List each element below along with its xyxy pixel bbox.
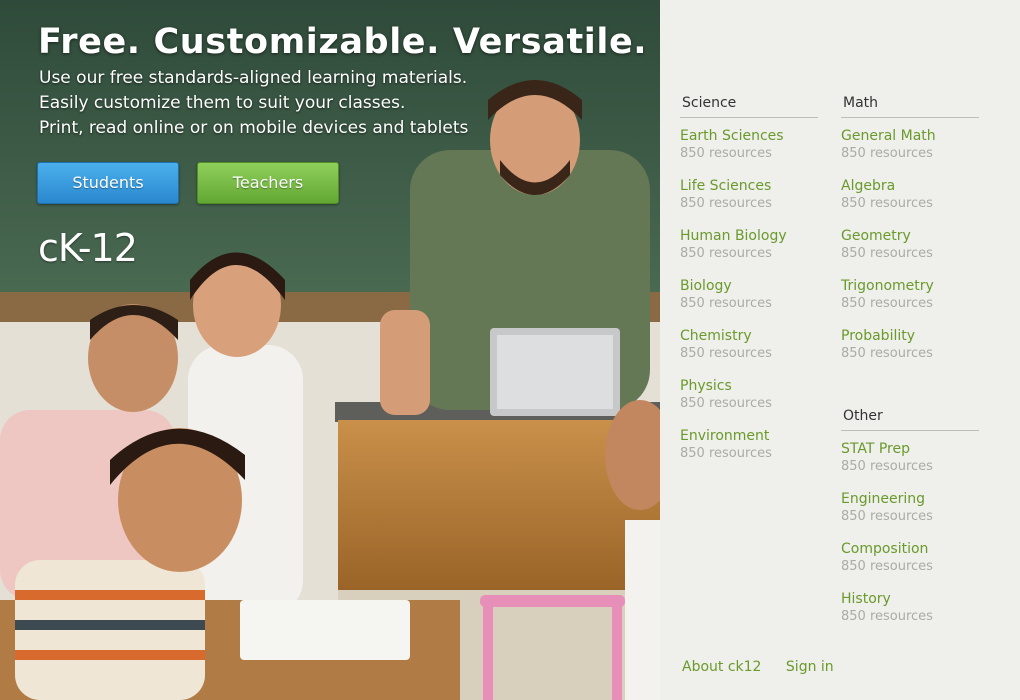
- resource-count: 850 resources: [841, 246, 933, 261]
- subject-link[interactable]: Engineering: [841, 490, 981, 508]
- list-item[interactable]: Environment 850 resources: [680, 427, 820, 463]
- ck12-logo[interactable]: cK-12: [38, 226, 138, 270]
- students-button[interactable]: Students: [37, 162, 179, 204]
- list-item[interactable]: Composition 850 resources: [841, 540, 981, 576]
- resource-count: 850 resources: [841, 346, 933, 361]
- hero-title: Free. Customizable. Versatile.: [38, 22, 648, 62]
- tagline-line: Use our free standards-aligned learning …: [39, 68, 468, 88]
- resource-count: 850 resources: [841, 459, 933, 474]
- subject-link[interactable]: History: [841, 590, 981, 608]
- hero-tagline: Use our free standards-aligned learning …: [39, 66, 468, 141]
- resource-count: 850 resources: [841, 609, 933, 624]
- subject-link[interactable]: Human Biology: [680, 227, 820, 245]
- math-heading: Math: [841, 95, 979, 118]
- resource-count: 850 resources: [841, 509, 933, 524]
- math-column: Math General Math 850 resources Algebra …: [841, 95, 981, 373]
- resource-count: 850 resources: [680, 146, 772, 161]
- subject-link[interactable]: Probability: [841, 327, 981, 345]
- list-item[interactable]: Human Biology 850 resources: [680, 227, 820, 263]
- hero-banner: Free. Customizable. Versatile. Use our f…: [0, 0, 660, 700]
- list-item[interactable]: Chemistry 850 resources: [680, 327, 820, 363]
- subject-link[interactable]: Life Sciences: [680, 177, 820, 195]
- subject-link[interactable]: Earth Sciences: [680, 127, 820, 145]
- resource-count: 850 resources: [680, 246, 772, 261]
- resource-count: 850 resources: [841, 196, 933, 211]
- subject-link[interactable]: Algebra: [841, 177, 981, 195]
- resource-count: 850 resources: [841, 146, 933, 161]
- resource-count: 850 resources: [680, 296, 772, 311]
- subject-link[interactable]: Environment: [680, 427, 820, 445]
- list-item[interactable]: Biology 850 resources: [680, 277, 820, 313]
- list-item[interactable]: Engineering 850 resources: [841, 490, 981, 526]
- subject-link[interactable]: Geometry: [841, 227, 981, 245]
- tagline-line: Easily customize them to suit your class…: [39, 93, 406, 113]
- list-item[interactable]: Physics 850 resources: [680, 377, 820, 413]
- teachers-button[interactable]: Teachers: [197, 162, 339, 204]
- about-link[interactable]: About ck12: [682, 659, 761, 675]
- subject-link[interactable]: Composition: [841, 540, 981, 558]
- list-item[interactable]: Algebra 850 resources: [841, 177, 981, 213]
- subject-panel: Science Earth Sciences 850 resources Lif…: [660, 0, 1020, 700]
- other-heading: Other: [841, 408, 979, 431]
- list-item[interactable]: Earth Sciences 850 resources: [680, 127, 820, 163]
- sign-in-link[interactable]: Sign in: [786, 659, 834, 675]
- resource-count: 850 resources: [680, 396, 772, 411]
- list-item[interactable]: STAT Prep 850 resources: [841, 440, 981, 476]
- other-column: Other STAT Prep 850 resources Engineerin…: [841, 408, 981, 636]
- list-item[interactable]: Life Sciences 850 resources: [680, 177, 820, 213]
- science-heading: Science: [680, 95, 818, 118]
- subject-link[interactable]: Chemistry: [680, 327, 820, 345]
- resource-count: 850 resources: [680, 346, 772, 361]
- resource-count: 850 resources: [680, 196, 772, 211]
- subject-link[interactable]: Physics: [680, 377, 820, 395]
- list-item[interactable]: General Math 850 resources: [841, 127, 981, 163]
- resource-count: 850 resources: [841, 296, 933, 311]
- tagline-line: Print, read online or on mobile devices …: [39, 118, 469, 138]
- list-item[interactable]: History 850 resources: [841, 590, 981, 626]
- science-column: Science Earth Sciences 850 resources Lif…: [680, 95, 820, 473]
- subject-link[interactable]: General Math: [841, 127, 981, 145]
- list-item[interactable]: Trigonometry 850 resources: [841, 277, 981, 313]
- footer-links: About ck12 Sign in: [682, 659, 854, 675]
- subject-link[interactable]: Biology: [680, 277, 820, 295]
- resource-count: 850 resources: [680, 446, 772, 461]
- subject-link[interactable]: STAT Prep: [841, 440, 981, 458]
- subject-link[interactable]: Trigonometry: [841, 277, 981, 295]
- list-item[interactable]: Probability 850 resources: [841, 327, 981, 363]
- list-item[interactable]: Geometry 850 resources: [841, 227, 981, 263]
- resource-count: 850 resources: [841, 559, 933, 574]
